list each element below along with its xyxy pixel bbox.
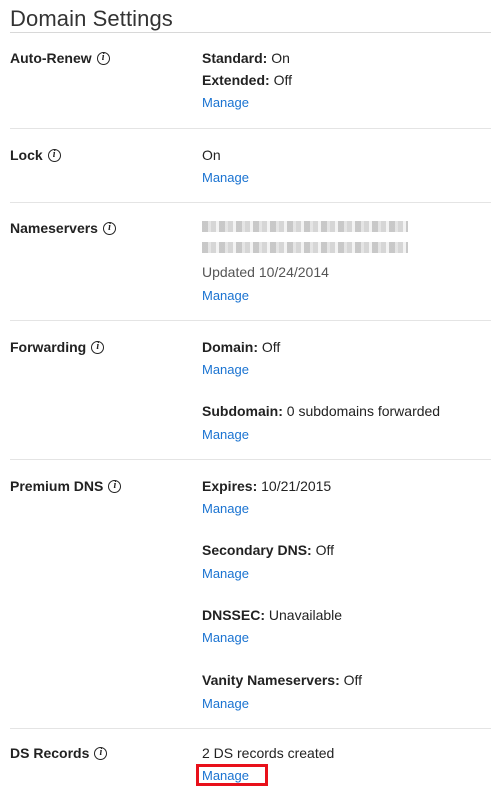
auto-renew-label-row: Auto-Renew i (10, 50, 110, 66)
vanity-nameservers-manage-link[interactable]: Manage (202, 696, 249, 711)
divider (10, 128, 491, 129)
extended-renew-value: Extended: Off (202, 72, 292, 88)
blurred-nameserver-2 (202, 242, 408, 253)
auto-renew-manage-link[interactable]: Manage (202, 95, 249, 110)
nameservers-manage-link[interactable]: Manage (202, 288, 249, 303)
info-icon[interactable]: i (94, 746, 108, 760)
nameservers-label: Nameservers (10, 220, 98, 236)
nameservers-label-row: Nameservers i (10, 220, 116, 236)
lock-label: Lock (10, 147, 43, 163)
lock-manage-link[interactable]: Manage (202, 170, 249, 185)
premium-dns-expires-manage-link[interactable]: Manage (202, 501, 249, 516)
secondary-dns-value: Secondary DNS: Off (202, 542, 335, 558)
premium-dns-label: Premium DNS (10, 478, 104, 494)
highlight-box (196, 764, 268, 786)
title-divider (10, 32, 491, 33)
info-icon[interactable]: i (96, 51, 110, 65)
auto-renew-label: Auto-Renew (10, 50, 92, 66)
ds-records-label-row: DS Records i (10, 745, 108, 761)
info-icon[interactable]: i (47, 148, 61, 162)
forwarding-subdomain-manage-link[interactable]: Manage (202, 427, 249, 442)
page-title: Domain Settings (10, 6, 173, 31)
ds-records-label: DS Records (10, 745, 90, 761)
info-icon[interactable]: i (102, 221, 116, 235)
lock-value: On (202, 147, 221, 163)
divider (10, 320, 491, 321)
standard-renew-value: Standard: On (202, 50, 290, 66)
divider (10, 459, 491, 460)
nameservers-updated: Updated 10/24/2014 (202, 264, 329, 280)
divider (10, 728, 491, 729)
ds-records-value: 2 DS records created (202, 745, 335, 761)
dnssec-manage-link[interactable]: Manage (202, 630, 249, 645)
secondary-dns-manage-link[interactable]: Manage (202, 566, 249, 581)
info-icon[interactable]: i (91, 340, 105, 354)
lock-label-row: Lock i (10, 147, 61, 163)
forwarding-label: Forwarding (10, 339, 87, 355)
premium-dns-expires-value: Expires: 10/21/2015 (202, 478, 332, 494)
blurred-nameserver-1 (202, 221, 408, 232)
divider (10, 202, 491, 203)
forwarding-subdomain-value: Subdomain: 0 subdomains forwarded (202, 403, 441, 419)
premium-dns-label-row: Premium DNS i (10, 478, 122, 494)
info-icon[interactable]: i (108, 479, 122, 493)
forwarding-domain-value: Domain: Off (202, 339, 281, 355)
dnssec-value: DNSSEC: Unavailable (202, 607, 343, 623)
forwarding-domain-manage-link[interactable]: Manage (202, 362, 249, 377)
vanity-nameservers-value: Vanity Nameservers: Off (202, 672, 363, 688)
forwarding-label-row: Forwarding i (10, 339, 105, 355)
